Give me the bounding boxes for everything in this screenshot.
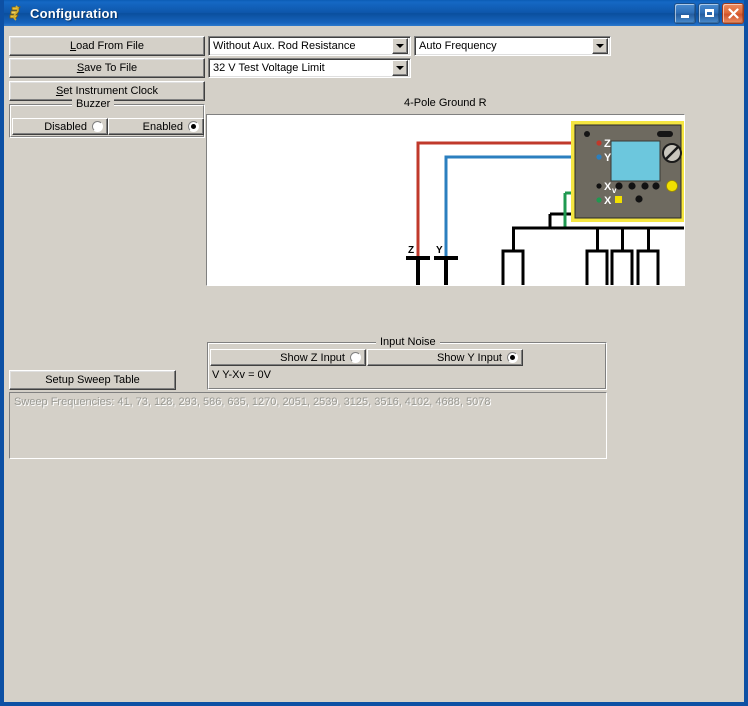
aux-rod-resistance-combo[interactable]: Without Aux. Rod Resistance <box>208 36 411 56</box>
buzzer-disabled-radio[interactable] <box>92 121 103 132</box>
save-to-file-button[interactable]: Save To File <box>9 58 205 78</box>
instrument-screen <box>610 140 661 182</box>
svg-text:Z: Z <box>604 138 611 150</box>
chevron-down-icon[interactable] <box>392 38 408 54</box>
application-icon <box>7 4 25 22</box>
buzzer-enabled-label: Enabled <box>142 120 183 133</box>
maximize-button[interactable] <box>698 2 720 24</box>
show-y-input-radio[interactable] <box>507 352 518 363</box>
test-voltage-limit-value: 32 V Test Voltage Limit <box>213 62 325 74</box>
save-to-file-label: Save To File <box>76 62 138 74</box>
setup-sweep-table-button[interactable]: Setup Sweep Table <box>9 370 176 390</box>
frequency-mode-value: Auto Frequency <box>419 40 497 52</box>
buzzer-group-title: Buzzer <box>72 98 115 110</box>
input-noise-reading: V Y-Xv = 0V <box>212 369 272 381</box>
show-z-input-radio[interactable] <box>350 352 361 363</box>
sweep-frequencies-text: Sweep Frequencies: 41, 73, 128, 293, 586… <box>14 396 491 408</box>
instrument-device: Z Y X v X <box>571 121 684 222</box>
maximize-icon <box>699 4 719 23</box>
minimize-icon <box>675 4 695 23</box>
chevron-down-icon[interactable] <box>392 60 408 76</box>
resistor-re4: Re4 <box>636 228 660 285</box>
svg-text:Y: Y <box>436 245 443 256</box>
close-button[interactable] <box>722 2 744 24</box>
window-title: Configuration <box>30 5 118 21</box>
svg-text:X: X <box>604 195 612 207</box>
setup-sweep-table-label: Setup Sweep Table <box>45 374 140 386</box>
test-voltage-limit-combo[interactable]: 32 V Test Voltage Limit <box>208 58 411 78</box>
window-titlebar[interactable]: Configuration <box>4 0 744 26</box>
input-noise-group-title: Input Noise <box>376 336 440 348</box>
show-z-input-label: Show Z Input <box>280 351 345 364</box>
diagram-title: 4-Pole Ground R <box>404 97 487 109</box>
buzzer-enabled-option[interactable]: Enabled <box>108 118 204 135</box>
configuration-window: Configuration Load From File Save To Fil… <box>0 0 748 706</box>
svg-text:X: X <box>604 181 612 193</box>
show-y-input-option[interactable]: Show Y Input <box>367 349 523 366</box>
show-y-input-label: Show Y Input <box>436 351 502 364</box>
chevron-down-icon[interactable] <box>592 38 608 54</box>
sweep-frequencies-panel: Sweep Frequencies: 41, 73, 128, 293, 586… <box>9 392 607 459</box>
load-from-file-button[interactable]: Load From File <box>9 36 205 56</box>
buzzer-enabled-radio[interactable] <box>188 121 199 132</box>
load-from-file-label: Load From File <box>70 40 144 52</box>
circuit-diagram-panel: Z Y Re1 Re <box>206 114 685 286</box>
minimize-button[interactable] <box>674 2 696 24</box>
close-icon <box>723 4 743 23</box>
aux-rod-resistance-value: Without Aux. Rod Resistance <box>213 40 356 52</box>
set-instrument-clock-label: Set Instrument Clock <box>55 85 159 97</box>
buzzer-disabled-option[interactable]: Disabled <box>12 118 108 135</box>
svg-text:Y: Y <box>604 152 612 164</box>
show-z-input-option[interactable]: Show Z Input <box>210 349 366 366</box>
instrument-power-button <box>666 180 678 192</box>
circuit-diagram-svg: Z Y Re1 Re <box>406 121 684 285</box>
buzzer-disabled-label: Disabled <box>44 120 87 133</box>
frequency-mode-combo[interactable]: Auto Frequency <box>414 36 611 56</box>
resistor-re1: Re1 <box>501 228 525 285</box>
svg-text:Z: Z <box>408 245 414 256</box>
